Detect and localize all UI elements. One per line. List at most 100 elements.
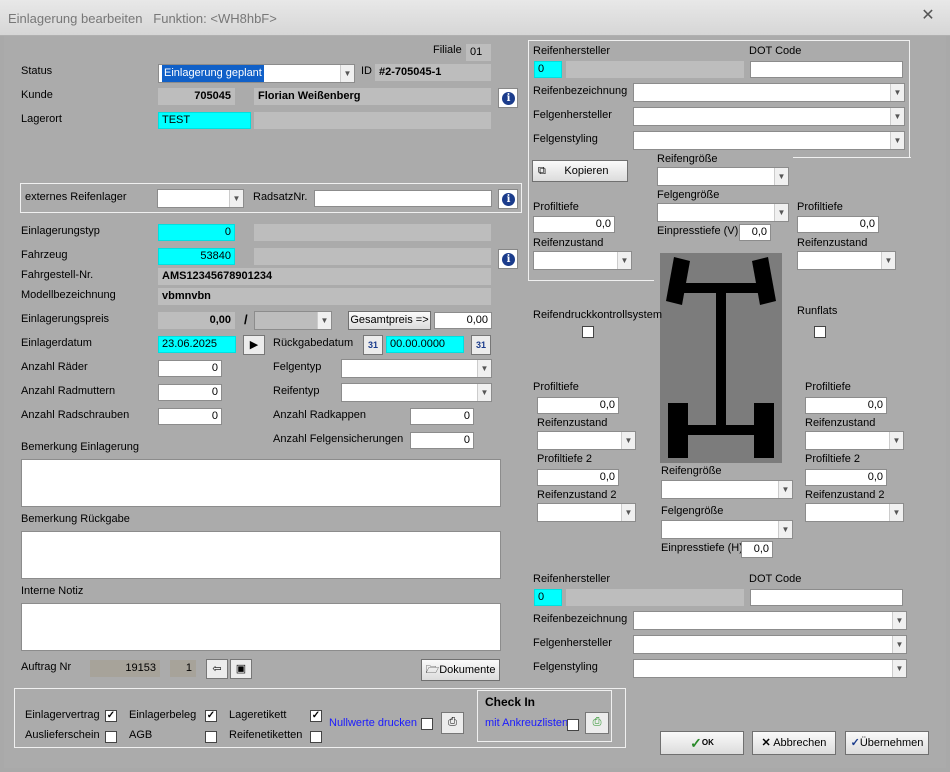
- radschrauben-field[interactable]: 0: [158, 408, 222, 425]
- rear-right-profil-field[interactable]: 0,0: [805, 397, 887, 414]
- chevron-down-icon[interactable]: ▼: [774, 168, 788, 185]
- preis-select[interactable]: ▼: [254, 311, 332, 330]
- chevron-down-icon[interactable]: ▼: [229, 190, 243, 207]
- rear-felgenstyling-select[interactable]: ▼: [633, 659, 907, 678]
- auftrag-window-icon[interactable]: ▣: [230, 659, 252, 679]
- lageretikett-checkbox[interactable]: ✓: [310, 710, 322, 722]
- rear-left-profil-field[interactable]: 0,0: [537, 397, 619, 414]
- rear-left-zustand2-select[interactable]: ▼: [537, 503, 636, 522]
- chevron-down-icon[interactable]: ▼: [889, 432, 903, 449]
- rear-left-zustand-select[interactable]: ▼: [537, 431, 636, 450]
- chevron-down-icon[interactable]: ▼: [617, 252, 631, 269]
- front-hersteller-field[interactable]: 0: [534, 61, 562, 78]
- rear-dot-field[interactable]: [750, 589, 903, 606]
- radsatz-info-button[interactable]: i: [498, 189, 518, 209]
- kopieren-button[interactable]: ⧉ Kopieren: [532, 160, 628, 182]
- radsatz-field[interactable]: [314, 190, 492, 207]
- gesamtpreis-button[interactable]: Gesamtpreis =>: [348, 311, 431, 330]
- chevron-down-icon[interactable]: ▼: [477, 384, 491, 401]
- rear-reifengroesse-label: Reifengröße: [661, 465, 722, 477]
- gesamtpreis-field[interactable]: 0,00: [434, 312, 492, 329]
- rear-felgengroesse-select[interactable]: ▼: [661, 520, 793, 539]
- checkin-print-icon[interactable]: ⎙: [585, 712, 609, 734]
- rear-einpress-field[interactable]: 0,0: [741, 541, 773, 558]
- nullwerte-checkbox[interactable]: [421, 718, 433, 730]
- radkappen-field[interactable]: 0: [410, 408, 474, 425]
- fahrzeug-field[interactable]: 53840: [158, 248, 235, 265]
- chevron-down-icon[interactable]: ▼: [892, 612, 906, 629]
- raeder-field[interactable]: 0: [158, 360, 222, 377]
- chevron-down-icon[interactable]: ▼: [778, 521, 792, 538]
- reifenetiketten-checkbox[interactable]: [310, 731, 322, 743]
- chevron-down-icon[interactable]: ▼: [317, 312, 331, 329]
- chevron-down-icon[interactable]: ▼: [621, 432, 635, 449]
- rear-right-zustand-select[interactable]: ▼: [805, 431, 904, 450]
- front-felgengroesse-select[interactable]: ▼: [657, 203, 789, 222]
- front-felgenstyling-select[interactable]: ▼: [633, 131, 905, 150]
- ankreuz-checkbox[interactable]: [567, 719, 579, 731]
- kunde-info-button[interactable]: i: [498, 88, 518, 108]
- reifentyp-select[interactable]: ▼: [341, 383, 492, 402]
- front-frame-step: [793, 157, 911, 158]
- einlagerbeleg-checkbox[interactable]: ✓: [205, 710, 217, 722]
- ext-lager-select[interactable]: ▼: [157, 189, 244, 208]
- rueckgabe-field[interactable]: 00.00.0000: [386, 336, 464, 353]
- rear-right-zustand2-select[interactable]: ▼: [805, 503, 904, 522]
- front-left-zustand-select[interactable]: ▼: [533, 251, 632, 270]
- status-select[interactable]: Einlagerung geplant ▼: [158, 64, 355, 83]
- bem-einlagerung-memo[interactable]: [21, 459, 501, 507]
- chevron-down-icon[interactable]: ▼: [881, 252, 895, 269]
- front-einpress-field[interactable]: 0,0: [739, 224, 771, 241]
- rear-left-profil2-field[interactable]: 0,0: [537, 469, 619, 486]
- radmuttern-field[interactable]: 0: [158, 384, 222, 401]
- rear-reifengroesse-select[interactable]: ▼: [661, 480, 793, 499]
- fahrzeug-info-button[interactable]: i: [498, 249, 518, 269]
- accept-icon: ✓: [850, 737, 860, 749]
- runflats-checkbox[interactable]: [814, 326, 826, 338]
- dokumente-button[interactable]: 🗁Dokumente: [421, 659, 500, 681]
- front-right-profil-field[interactable]: 0,0: [797, 216, 879, 233]
- print-icon[interactable]: ⎙: [441, 712, 464, 734]
- agb-checkbox[interactable]: [205, 731, 217, 743]
- chevron-down-icon[interactable]: ▼: [890, 132, 904, 149]
- uebernehmen-button[interactable]: ✓Übernehmen: [845, 731, 929, 755]
- front-left-profil-field[interactable]: 0,0: [533, 216, 615, 233]
- chevron-down-icon[interactable]: ▼: [892, 636, 906, 653]
- rdks-checkbox[interactable]: [582, 326, 594, 338]
- front-dot-field[interactable]: [750, 61, 903, 78]
- front-right-zustand-select[interactable]: ▼: [797, 251, 896, 270]
- chevron-down-icon[interactable]: ▼: [778, 481, 792, 498]
- einlagerdatum-field[interactable]: 23.06.2025: [158, 336, 236, 353]
- chevron-down-icon[interactable]: ▼: [774, 204, 788, 221]
- calendar-next-icon[interactable]: 31: [471, 335, 491, 355]
- front-felgenhersteller-select[interactable]: ▼: [633, 107, 905, 126]
- chevron-down-icon[interactable]: ▼: [340, 65, 354, 82]
- chevron-down-icon[interactable]: ▼: [621, 504, 635, 521]
- front-reifengroesse-select[interactable]: ▼: [657, 167, 789, 186]
- chevron-down-icon[interactable]: ▼: [890, 84, 904, 101]
- abbrechen-button[interactable]: ✕ Abbrechen: [752, 731, 836, 755]
- auslieferschein-checkbox[interactable]: [105, 731, 117, 743]
- chevron-down-icon[interactable]: ▼: [889, 504, 903, 521]
- ok-button[interactable]: ✓OK: [660, 731, 744, 755]
- felgensich-field[interactable]: 0: [410, 432, 474, 449]
- front-bezeichnung-select[interactable]: ▼: [633, 83, 905, 102]
- interne-notiz-memo[interactable]: [21, 603, 501, 651]
- bem-rueckgabe-memo[interactable]: [21, 531, 501, 579]
- goto-auftrag-icon[interactable]: ⇦: [206, 659, 228, 679]
- rear-felgenhersteller-select[interactable]: ▼: [633, 635, 907, 654]
- rear-right-profil2-field[interactable]: 0,0: [805, 469, 887, 486]
- date-jump-icon[interactable]: ▶: [243, 335, 265, 355]
- close-icon[interactable]: ✕: [918, 6, 938, 26]
- chevron-down-icon[interactable]: ▼: [477, 360, 491, 377]
- einlagervertrag-checkbox[interactable]: ✓: [105, 710, 117, 722]
- chevron-down-icon[interactable]: ▼: [890, 108, 904, 125]
- einlagerungstyp-field[interactable]: 0: [158, 224, 235, 241]
- felgentyp-select[interactable]: ▼: [341, 359, 492, 378]
- calendar-prev-icon[interactable]: 31: [363, 335, 383, 355]
- rear-hersteller-field[interactable]: 0: [534, 589, 562, 606]
- lagerort-field[interactable]: TEST: [158, 112, 251, 129]
- chevron-down-icon[interactable]: ▼: [892, 660, 906, 677]
- rear-bezeichnung-select[interactable]: ▼: [633, 611, 907, 630]
- rueckgabe-label: Rückgabedatum: [273, 337, 354, 349]
